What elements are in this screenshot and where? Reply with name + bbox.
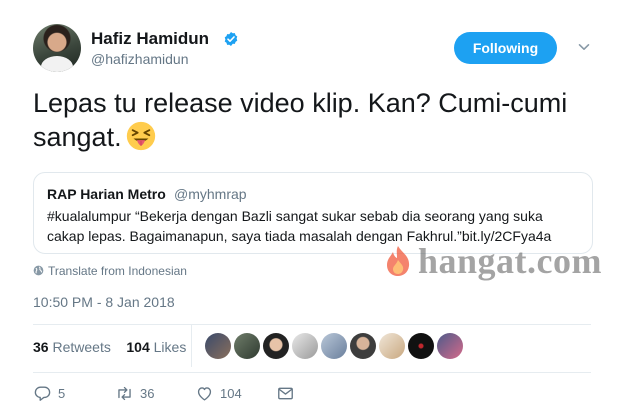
likes-count: 104 — [126, 339, 150, 355]
liker-avatar[interactable] — [205, 333, 231, 359]
quoted-author-name: RAP Harian Metro — [47, 186, 166, 202]
like-count: 104 — [220, 386, 242, 401]
liker-avatar[interactable] — [263, 333, 289, 359]
retweet-icon — [118, 386, 131, 401]
like-action[interactable]: 104 — [195, 384, 242, 404]
reply-count: 5 — [58, 386, 66, 401]
retweets-stat[interactable]: 36 Retweets — [33, 339, 111, 355]
liker-avatar[interactable] — [350, 333, 376, 359]
following-button[interactable]: Following — [454, 32, 557, 64]
envelope-icon — [278, 387, 293, 400]
liker-avatar[interactable] — [234, 333, 260, 359]
tweet-actions: 5 36 104 — [33, 384, 333, 404]
retweets-count: 36 — [33, 339, 49, 355]
chevron-down-icon[interactable] — [578, 41, 590, 53]
direct-message-action[interactable] — [276, 384, 301, 404]
translate-label[interactable]: Translate from Indonesian — [48, 264, 187, 278]
liker-avatar[interactable] — [321, 333, 347, 359]
reply-icon — [34, 386, 51, 401]
tweet-stats: 36 Retweets 104 Likes — [33, 339, 186, 355]
liker-avatar[interactable] — [437, 333, 463, 359]
stats-separator — [191, 325, 192, 367]
tweet-text-body: Lepas tu release video klip. Kan? Cumi-c… — [33, 88, 568, 152]
liker-avatars — [205, 333, 465, 361]
flame-logo-icon — [387, 246, 410, 276]
tweet-timestamp[interactable]: 10:50 PM - 8 Jan 2018 — [33, 294, 175, 310]
liker-avatar[interactable] — [292, 333, 318, 359]
verified-badge-icon — [224, 32, 238, 46]
avatar-shirt — [41, 56, 73, 72]
watermark-text: hangat.com — [418, 241, 602, 281]
liker-avatar[interactable] — [408, 333, 434, 359]
reply-action[interactable]: 5 — [33, 384, 65, 404]
retweets-label: Retweets — [52, 339, 111, 355]
author-handle[interactable]: @hafizhamidun — [91, 51, 189, 67]
author-avatar[interactable] — [33, 24, 81, 72]
likes-label: Likes — [153, 339, 187, 355]
globe-icon — [33, 265, 44, 276]
winking-tongue-emoji-icon — [126, 121, 155, 151]
retweet-action[interactable]: 36 — [115, 384, 154, 404]
divider — [33, 324, 591, 325]
retweet-count: 36 — [140, 386, 155, 401]
author-name[interactable]: Hafiz Hamidun — [91, 29, 209, 49]
liker-avatar[interactable] — [379, 333, 405, 359]
tweet-text: Lepas tu release video klip. Kan? Cumi-c… — [33, 86, 593, 154]
heart-icon — [197, 387, 212, 401]
divider — [33, 372, 591, 373]
translate-link[interactable]: Translate from Indonesian — [33, 264, 187, 278]
quoted-author-handle: @myhmrap — [174, 186, 247, 202]
likes-stat[interactable]: 104 Likes — [126, 339, 186, 355]
